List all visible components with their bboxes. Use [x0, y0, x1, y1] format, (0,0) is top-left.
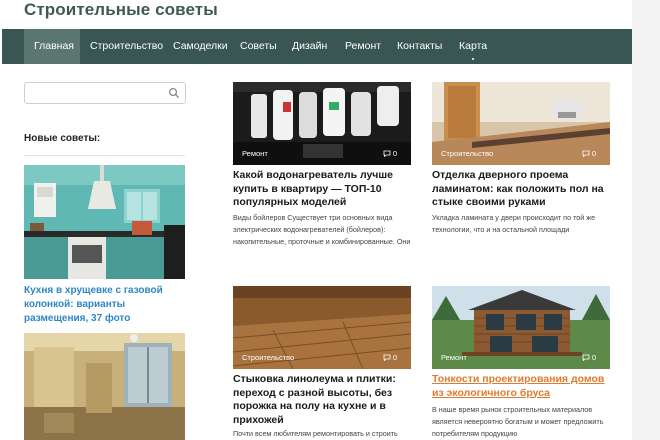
sidebar-post-image-2[interactable] — [24, 333, 185, 440]
card-title[interactable]: Стыковка линолеума и плитки: переход с р… — [233, 373, 411, 427]
card-comments: 0 — [383, 149, 397, 158]
comment-count: 0 — [392, 149, 397, 158]
card-image[interactable]: Строительство 0 — [432, 82, 610, 165]
card-comments: 0 — [582, 149, 596, 158]
card-image[interactable]: Ремонт 0 — [233, 82, 411, 165]
card-title[interactable]: Какой водонагреватель лучше купить в ква… — [233, 169, 411, 210]
nav-item-repair[interactable]: Ремонт — [345, 29, 381, 64]
card-category[interactable]: Строительство — [441, 149, 493, 158]
nav-item-construction[interactable]: Строительство — [90, 29, 163, 64]
search-box — [24, 82, 186, 104]
card-excerpt: Укладка ламината у двери происходит по т… — [432, 213, 596, 234]
nav-item-contacts[interactable]: Контакты — [397, 29, 442, 64]
widget-title: Новые советы: — [24, 133, 101, 144]
page: Строительные советы Главная Строительств… — [0, 0, 632, 440]
card-category[interactable]: Строительство — [242, 353, 294, 362]
card-comments: 0 — [383, 353, 397, 362]
nav-item-tips[interactable]: Советы — [240, 29, 277, 64]
search-input[interactable] — [29, 85, 169, 101]
card-excerpt: В наше время рынок строительных материал… — [432, 405, 604, 438]
card-excerpt: Почти всем любителям ремонтировать и стр… — [233, 429, 398, 438]
nav-item-design[interactable]: Дизайн — [292, 29, 327, 64]
comment-icon — [582, 150, 590, 157]
sidebar-post-title[interactable]: Кухня в хрущевке с газовой колонкой: вар… — [24, 284, 189, 326]
card-comments: 0 — [582, 353, 596, 362]
page-gutter — [632, 0, 660, 440]
card-category[interactable]: Ремонт — [441, 353, 467, 362]
nav-item-home[interactable]: Главная — [24, 29, 80, 64]
sidebar-post-image[interactable] — [24, 165, 185, 279]
comment-icon — [383, 150, 391, 157]
site-title[interactable]: Строительные советы — [24, 0, 218, 20]
nav-item-diy[interactable]: Самоделки — [173, 29, 228, 64]
comment-count: 0 — [591, 353, 596, 362]
comment-count: 0 — [591, 149, 596, 158]
main-nav: Главная Строительство Самоделки Советы Д… — [2, 29, 632, 64]
comment-count: 0 — [392, 353, 397, 362]
card-excerpt: Виды бойлеров Существует три основных ви… — [233, 213, 411, 246]
comment-icon — [582, 354, 590, 361]
search-icon[interactable] — [168, 87, 180, 99]
card-title[interactable]: Отделка дверного проема ламинатом: как п… — [432, 169, 610, 210]
card-title-highlighted[interactable]: Тонкости проектирования домов из экологи… — [432, 373, 610, 400]
card-image[interactable]: Строительство 0 — [233, 286, 411, 369]
submenu-indicator — [472, 58, 474, 60]
widget-divider — [24, 155, 185, 156]
card-category[interactable]: Ремонт — [242, 149, 268, 158]
comment-icon — [383, 354, 391, 361]
card-image[interactable]: Ремонт 0 — [432, 286, 610, 369]
